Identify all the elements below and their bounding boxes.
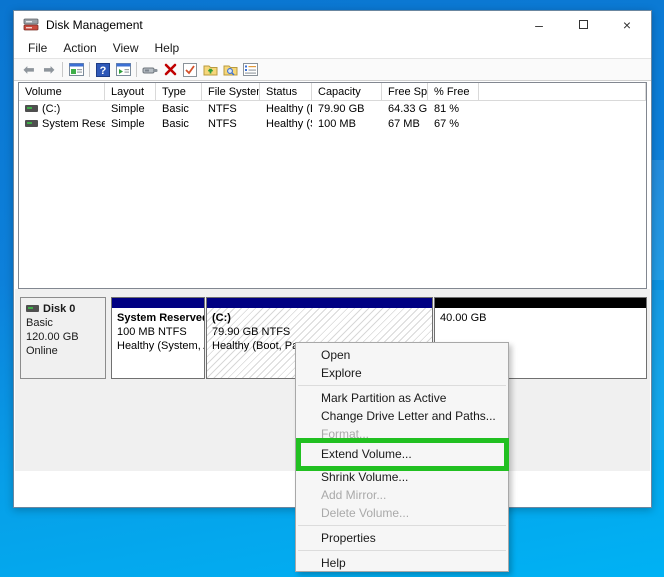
maximize-icon — [578, 20, 588, 29]
col-filler — [479, 83, 646, 101]
wallpaper-light-beam — [650, 290, 664, 450]
folder-up-icon[interactable] — [200, 61, 220, 78]
cell-free-space: 64.33 GB — [388, 102, 428, 115]
title-bar: Disk Management – × — [14, 11, 651, 38]
help-icon[interactable]: ? — [93, 61, 113, 78]
partition-name: System Reserved — [117, 312, 204, 324]
cell-type: Basic — [162, 117, 189, 130]
col-volume[interactable]: Volume — [19, 83, 105, 101]
menu-help[interactable]: Help — [147, 39, 188, 57]
menu-item-properties[interactable]: Properties — [296, 529, 508, 547]
toolbar-separator — [136, 62, 137, 77]
menu-separator — [296, 547, 508, 554]
volume-icon — [25, 119, 38, 127]
properties-icon[interactable] — [240, 61, 260, 78]
minimize-button[interactable]: – — [517, 11, 561, 38]
cell-file-system: NTFS — [208, 117, 237, 130]
cell-type: Basic — [162, 102, 189, 115]
menu-item-mark-partition-active[interactable]: Mark Partition as Active — [296, 389, 508, 407]
cell-volume: (C:) — [42, 102, 61, 115]
table-row[interactable]: System Reserved Simple Basic NTFS Health… — [19, 116, 646, 131]
forward-icon[interactable]: ➡ — [39, 61, 59, 78]
disk-name: Disk 0 — [43, 303, 76, 315]
partition-status: Healthy (System, A — [117, 340, 204, 352]
partition-size: 40.00 GB — [440, 312, 487, 324]
console-list-icon[interactable] — [113, 61, 133, 78]
menu-separator — [296, 382, 508, 389]
unallocated-stripe — [435, 298, 646, 308]
remote-device-icon[interactable] — [140, 61, 160, 78]
cell-status: Healthy (S... — [266, 117, 312, 130]
partition-system-reserved[interactable]: System Reserved 100 MB NTFS Healthy (Sys… — [111, 297, 205, 379]
cell-capacity: 100 MB — [318, 117, 356, 130]
menu-view[interactable]: View — [105, 39, 147, 57]
cell-volume: System Reserved — [42, 117, 105, 130]
disk-type: Basic — [26, 317, 53, 329]
delete-icon[interactable] — [160, 61, 180, 78]
table-row[interactable]: (C:) Simple Basic NTFS Healthy (B... 79.… — [19, 101, 646, 116]
cell-capacity: 79.90 GB — [318, 102, 365, 115]
disk-management-app-icon — [23, 18, 39, 31]
col-status[interactable]: Status — [260, 83, 312, 101]
menu-bar: File Action View Help — [14, 38, 651, 58]
svg-text:?: ? — [100, 65, 107, 77]
toolbar: ⬅ ➡ ? — [14, 58, 651, 81]
validate-check-icon[interactable] — [180, 61, 200, 78]
primary-partition-stripe — [112, 298, 204, 308]
menu-file[interactable]: File — [20, 39, 55, 57]
window-title: Disk Management — [46, 17, 143, 32]
col-type[interactable]: Type — [156, 83, 202, 101]
menu-action[interactable]: Action — [55, 39, 104, 57]
cell-layout: Simple — [111, 117, 145, 130]
cell-free-space: 67 MB — [388, 117, 420, 130]
menu-item-change-drive-letter[interactable]: Change Drive Letter and Paths... — [296, 407, 508, 425]
menu-item-explore[interactable]: Explore — [296, 364, 508, 382]
primary-partition-stripe — [207, 298, 432, 308]
cell-status: Healthy (B... — [266, 102, 312, 115]
back-icon[interactable]: ⬅ — [19, 61, 39, 78]
menu-item-help[interactable]: Help — [296, 554, 508, 572]
partition-size: 79.90 GB NTFS — [212, 326, 291, 338]
close-button[interactable]: × — [605, 11, 649, 38]
partition-size: 100 MB NTFS — [117, 326, 187, 338]
col-layout[interactable]: Layout — [105, 83, 156, 101]
cell-pct-free: 81 % — [434, 102, 460, 115]
volume-icon — [25, 104, 38, 112]
col-file-system[interactable]: File System — [202, 83, 260, 101]
volume-table-header: Volume Layout Type File System Status Ca… — [19, 83, 646, 101]
disk0-label-panel[interactable]: Disk 0 Basic 120.00 GB Online — [20, 297, 106, 379]
disk-icon — [26, 305, 39, 313]
disk-status: Online — [26, 345, 58, 357]
partition-name: (C:) — [212, 312, 231, 324]
console-window-icon[interactable] — [66, 61, 86, 78]
toolbar-separator — [89, 62, 90, 77]
wallpaper-light-beam — [650, 160, 664, 280]
maximize-button[interactable] — [561, 11, 605, 38]
cell-pct-free: 67 % — [434, 117, 460, 130]
col-free-space[interactable]: Free Spa... — [382, 83, 428, 101]
menu-item-delete-volume: Delete Volume... — [321, 506, 410, 520]
disk-size: 120.00 GB — [26, 331, 79, 343]
volume-list-panel: Volume Layout Type File System Status Ca… — [18, 82, 647, 289]
extend-volume-highlight[interactable]: Extend Volume... — [296, 438, 509, 471]
col-capacity[interactable]: Capacity — [312, 83, 382, 101]
desktop: Disk Management – × File Action View Hel… — [0, 0, 664, 577]
menu-item-add-mirror: Add Mirror... — [321, 488, 387, 502]
toolbar-separator — [62, 62, 63, 77]
folder-search-icon[interactable] — [220, 61, 240, 78]
cell-file-system: NTFS — [208, 102, 237, 115]
menu-item-open[interactable]: Open — [296, 346, 508, 364]
col-pct-free[interactable]: % Free — [428, 83, 479, 101]
cell-layout: Simple — [111, 102, 145, 115]
menu-separator — [296, 522, 508, 529]
